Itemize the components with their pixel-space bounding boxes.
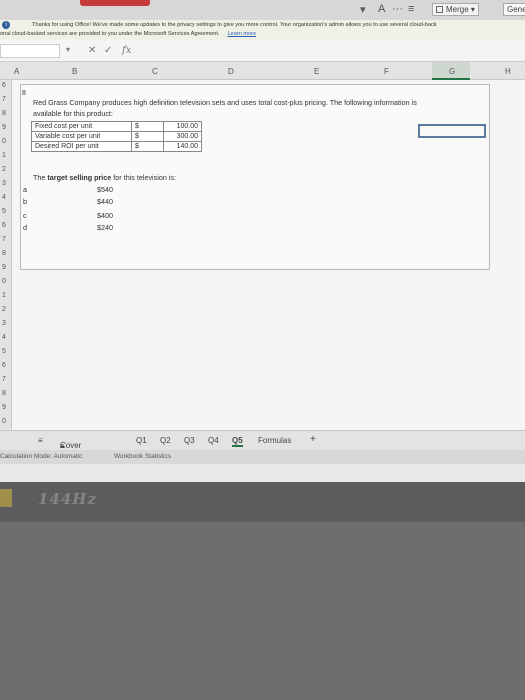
row-header[interactable]: 9 [2,264,6,271]
align-icon[interactable]: ≡ [408,3,414,15]
question-prompt: The target selling price for this televi… [33,173,177,182]
table-row: Variable cost per unit $ 300.00 [31,131,202,142]
table-cell[interactable]: Desired ROI per unit [31,141,132,152]
column-header-c[interactable]: C [152,67,158,76]
learn-more-link[interactable]: Learn more [228,31,257,37]
privacy-notice-bar: i Thanks for using Office! We've made so… [0,20,525,40]
row-header[interactable]: 1 [2,152,6,159]
column-headers: A B C D E F G H [0,62,525,80]
table-cell[interactable]: 300.00 [163,131,202,142]
option-letter-d: d [23,223,27,232]
row-header[interactable]: 8 [2,110,6,117]
question-text: Red Grass Company produces high definiti… [33,98,417,118]
sheet-tab-bar: ≡ 🔒︎ Cover Sheet Q1 Q2 Q3 Q4 Q5 Formulas… [0,430,525,459]
row-header[interactable]: 6 [2,222,6,229]
row-header[interactable]: 3 [2,180,6,187]
ribbon: ▾ A ··· ≡ Merge ▾ Gene [0,0,525,20]
column-header-f[interactable]: F [384,67,389,76]
row-header[interactable]: 2 [2,166,6,173]
row-header[interactable]: 7 [2,236,6,243]
window-edge [0,489,12,507]
option-value-c: $400 [97,211,113,220]
column-header-h[interactable]: H [505,67,511,76]
font-color-icon[interactable]: A [378,3,385,15]
table-row: Desired ROI per unit $ 140.00 [31,141,202,152]
row-header[interactable]: 6 [2,362,6,369]
cancel-icon[interactable]: ✕ [88,45,96,56]
column-header-a[interactable]: A [14,67,19,76]
row-header[interactable]: 6 [2,82,6,89]
row-header[interactable]: 4 [2,334,6,341]
ribbon-tab-highlight [80,0,150,6]
function-icon[interactable]: fx [122,45,131,56]
status-bar: Calculation Mode: Automatic Workbook Sta… [0,450,525,464]
excel-window: ▾ A ··· ≡ Merge ▾ Gene i Thanks for usin… [0,0,525,482]
table-cell[interactable]: Fixed cost per unit [31,121,132,132]
name-box-dropdown-icon[interactable]: ▾ [66,45,70,54]
answer-cell[interactable] [418,124,486,138]
enter-icon[interactable]: ✓ [104,45,112,56]
column-header-g[interactable]: G [449,67,455,76]
calc-mode-status: Calculation Mode: Automatic [0,453,83,460]
monitor-logo: 144Hz [38,490,98,508]
table-cell[interactable]: $ [131,131,164,142]
row-header[interactable]: 9 [2,404,6,411]
notice-line-2: onal cloud-backed services are provided … [0,31,257,37]
row-header[interactable]: 5 [2,208,6,215]
table-cell[interactable]: $ [131,121,164,132]
sheet-tab-q4[interactable]: Q4 [208,436,219,445]
info-icon: i [2,21,10,29]
option-value-d: $240 [97,223,113,232]
column-header-e[interactable]: E [314,67,319,76]
sheet-tab-q5[interactable]: Q5 [232,436,243,447]
option-letter-a: a [23,185,27,194]
row-header[interactable]: 7 [2,376,6,383]
row-header[interactable]: 4 [2,194,6,201]
sheet-tab-q1[interactable]: Q1 [136,436,147,445]
row-header[interactable]: 0 [2,278,6,285]
paint-bucket-icon[interactable]: ▾ [360,3,366,16]
option-letter-c: c [23,211,27,220]
table-row: Fixed cost per unit $ 100.00 [31,121,202,132]
option-letter-b: b [23,197,27,206]
sheet-tab-formulas[interactable]: Formulas [258,436,291,445]
column-header-b[interactable]: B [72,67,77,76]
number-format-dropdown[interactable]: Gene [503,3,525,16]
column-header-d[interactable]: D [228,67,234,76]
question-area: 8 Red Grass Company produces high defini… [20,84,490,270]
table-cell[interactable]: $ [131,141,164,152]
cost-table: Fixed cost per unit $ 100.00 Variable co… [31,121,202,152]
table-cell[interactable]: Variable cost per unit [31,131,132,142]
monitor-bezel: 144Hz [0,482,525,522]
notice-line-1: Thanks for using Office! We've made some… [32,22,437,28]
row-header[interactable]: 0 [2,138,6,145]
row-header[interactable]: 0 [2,418,6,425]
sheet-list-icon[interactable]: ≡ [38,436,43,445]
merge-button[interactable]: Merge ▾ [432,3,479,16]
table-cell[interactable]: 140.00 [163,141,202,152]
row-header[interactable]: 9 [2,124,6,131]
row-header[interactable]: 8 [2,250,6,257]
question-number: 8 [22,90,26,97]
row-header[interactable]: 1 [2,292,6,299]
more-icon[interactable]: ··· [392,3,403,15]
sheet-tab-q3[interactable]: Q3 [184,436,195,445]
option-value-a: $540 [97,185,113,194]
row-header[interactable]: 7 [2,96,6,103]
add-sheet-button[interactable]: + [310,434,316,445]
row-header[interactable]: 8 [2,390,6,397]
row-header[interactable]: 3 [2,320,6,327]
merge-icon [436,6,443,13]
formula-bar: ▾ ✕ ✓ fx [0,40,525,62]
row-header[interactable]: 2 [2,306,6,313]
name-box[interactable] [0,44,60,58]
table-cell[interactable]: 100.00 [163,121,202,132]
option-value-b: $440 [97,197,113,206]
sheet-tab-q2[interactable]: Q2 [160,436,171,445]
row-header[interactable]: 5 [2,348,6,355]
row-headers: 6 7 8 9 0 1 2 3 4 5 6 7 8 9 0 1 2 3 4 5 … [0,80,12,430]
workbook-statistics-button[interactable]: Workbook Statistics [114,453,171,460]
